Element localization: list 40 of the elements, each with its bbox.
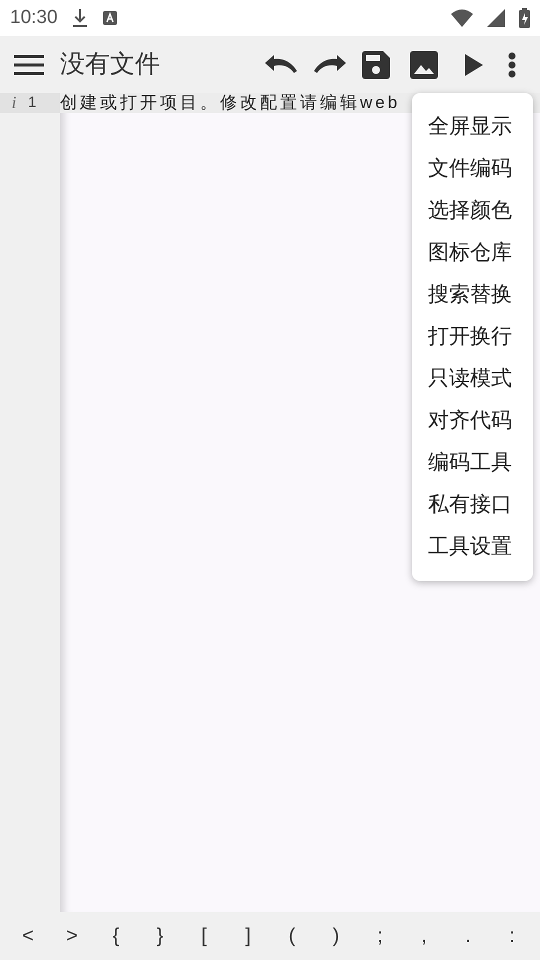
menu-item[interactable]: 私有接口 (412, 484, 533, 526)
symbol-key[interactable]: , (404, 916, 444, 956)
symbol-key[interactable]: [ (184, 916, 224, 956)
menu-item[interactable]: 对齐代码 (412, 400, 533, 442)
symbol-key[interactable]: < (8, 916, 48, 956)
signal-icon (487, 9, 505, 27)
menu-item[interactable]: 编码工具 (412, 442, 533, 484)
menu-icon[interactable] (14, 54, 44, 76)
symbol-key[interactable]: ) (316, 916, 356, 956)
menu-item[interactable]: 只读模式 (412, 358, 533, 400)
wifi-icon (451, 9, 473, 27)
menu-item[interactable]: 搜索替换 (412, 274, 533, 316)
status-time: 10:30 (10, 6, 58, 30)
symbol-key[interactable]: ; (360, 916, 400, 956)
redo-icon[interactable] (314, 54, 346, 74)
menu-item[interactable]: 选择颜色 (412, 190, 533, 232)
symbol-key[interactable]: . (448, 916, 488, 956)
symbol-key[interactable]: : (492, 916, 532, 956)
menu-item[interactable]: 全屏显示 (412, 106, 533, 148)
menu-item[interactable]: 文件编码 (412, 148, 533, 190)
more-icon[interactable] (508, 52, 516, 78)
undo-icon[interactable] (265, 54, 297, 74)
symbol-key[interactable]: > (52, 916, 92, 956)
info-marker: i (10, 92, 18, 114)
code-line: 创建或打开项目。修改配置请编辑web (60, 92, 400, 114)
menu-item[interactable]: 工具设置 (412, 526, 533, 568)
play-icon[interactable] (465, 54, 483, 76)
save-icon[interactable] (362, 50, 390, 78)
menu-item[interactable]: 打开换行 (412, 316, 533, 358)
toolbar-title: 没有文件 (60, 48, 160, 80)
symbol-key[interactable]: ] (228, 916, 268, 956)
symbol-key[interactable]: } (140, 916, 180, 956)
keyboard-icon (102, 10, 118, 26)
symbol-key[interactable]: { (96, 916, 136, 956)
line-number: 1 (28, 92, 36, 113)
image-icon[interactable] (410, 50, 438, 78)
battery-icon (519, 8, 530, 28)
menu-item[interactable]: 图标仓库 (412, 232, 533, 274)
download-icon (72, 8, 88, 28)
symbol-key[interactable]: ( (272, 916, 312, 956)
